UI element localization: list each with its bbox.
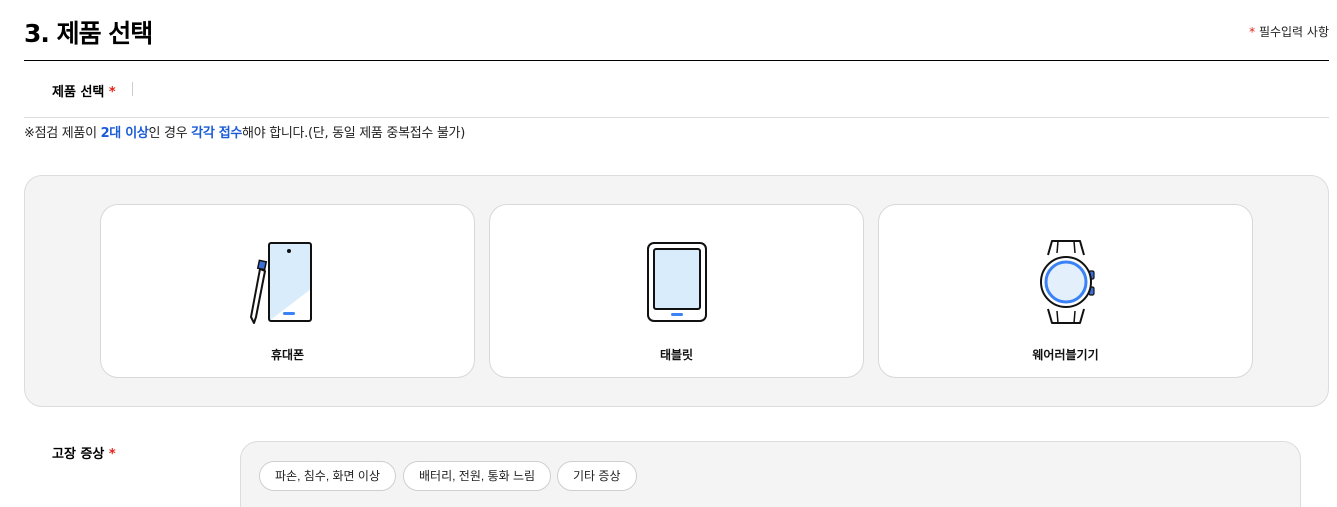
product-options-panel: 휴대폰 태블릿 웨어러블기기: [24, 175, 1329, 407]
section-divider: [24, 117, 1329, 118]
product-option-wearable[interactable]: 웨어러블기기: [878, 204, 1253, 378]
notice-highlight-count: 2대 이상: [100, 126, 149, 141]
smartwatch-icon: [1021, 239, 1111, 325]
symptom-label: 고장 증상 *: [52, 443, 116, 462]
notice-prefix: ※점검 제품이: [24, 126, 101, 141]
title-divider: [24, 60, 1329, 61]
notice-highlight-separate: 각각 접수: [191, 126, 243, 141]
required-fields-note: * 필수입력 사항: [1249, 23, 1329, 40]
symptom-label-text: 고장 증상: [52, 447, 105, 462]
symptom-option-other[interactable]: 기타 증상: [557, 461, 637, 491]
required-mark: *: [108, 447, 116, 462]
product-option-label: 휴대폰: [270, 348, 305, 362]
product-select-label-text: 제품 선택: [52, 85, 105, 100]
product-option-label: 웨어러블기기: [1032, 348, 1099, 362]
symptom-option-battery[interactable]: 배터리, 전원, 통화 느림: [403, 461, 552, 491]
phone-with-pen-icon: [243, 239, 333, 325]
notice-middle: 인 경우: [148, 126, 192, 141]
symptom-options-panel: 파손, 침수, 화면 이상 배터리, 전원, 통화 느림 기타 증상: [240, 441, 1301, 507]
symptom-option-damage[interactable]: 파손, 침수, 화면 이상: [259, 461, 396, 491]
product-option-label: 태블릿: [659, 348, 694, 362]
product-select-label: 제품 선택 *: [52, 81, 116, 100]
label-divider: [132, 82, 133, 96]
required-mark: *: [108, 85, 116, 100]
required-note-text: 필수입력 사항: [1255, 25, 1329, 39]
page-title: 3. 제품 선택: [24, 19, 153, 48]
multi-product-notice: ※점검 제품이 2대 이상인 경우 각각 접수해야 합니다.(단, 동일 제품 …: [24, 122, 465, 141]
product-option-phone[interactable]: 휴대폰: [100, 204, 475, 378]
notice-suffix: 해야 합니다.(단, 동일 제품 중복접수 불가): [242, 126, 465, 141]
product-option-tablet[interactable]: 태블릿: [489, 204, 864, 378]
tablet-icon: [632, 239, 722, 325]
